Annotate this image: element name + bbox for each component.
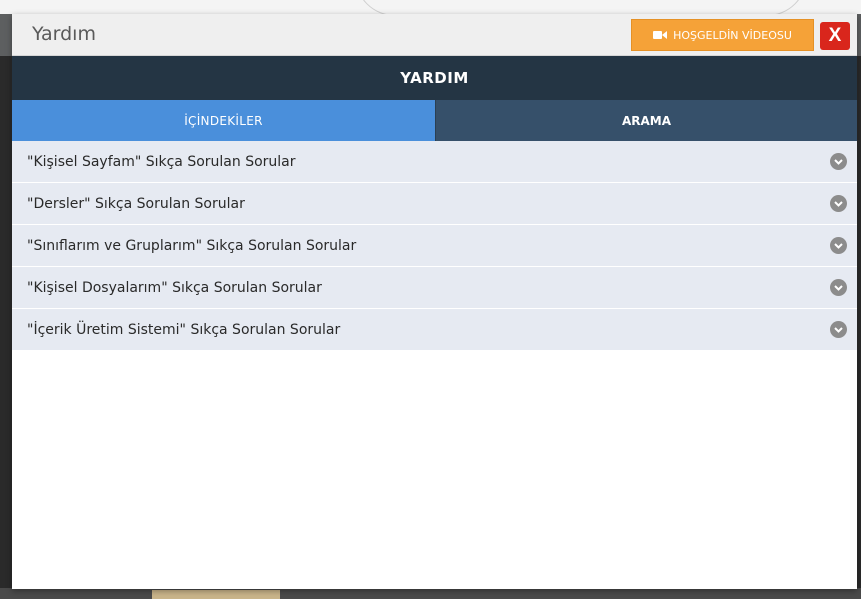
background-page-bottom [0,588,861,599]
faq-item-courses[interactable]: "Dersler" Sıkça Sorulan Sorular [12,183,857,225]
faq-list: "Kişisel Sayfam" Sıkça Sorulan Sorular "… [12,141,857,351]
faq-item-content-production[interactable]: "İçerik Üretim Sistemi" Sıkça Sorulan So… [12,309,857,351]
help-modal: Yardım HOŞGELDİN VİDEOSU X YARDIM İÇİNDE… [12,14,857,589]
faq-item-personal-files[interactable]: "Kişisel Dosyalarım" Sıkça Sorulan Sorul… [12,267,857,309]
faq-item-personal-page[interactable]: "Kişisel Sayfam" Sıkça Sorulan Sorular [12,141,857,183]
help-title: YARDIM [400,69,469,87]
modal-header: Yardım HOŞGELDİN VİDEOSU X [12,14,857,56]
help-title-bar: YARDIM [12,56,857,100]
close-button[interactable]: X [820,22,850,50]
faq-item-label: "Dersler" Sıkça Sorulan Sorular [27,195,245,212]
faq-item-classes-groups[interactable]: "Sınıflarım ve Gruplarım" Sıkça Sorulan … [12,225,857,267]
help-tabs: İÇİNDEKİLER ARAMA [12,100,857,141]
modal-title: Yardım [32,23,96,45]
faq-item-label: "Kişisel Dosyalarım" Sıkça Sorulan Sorul… [27,279,322,296]
faq-item-label: "Kişisel Sayfam" Sıkça Sorulan Sorular [27,153,296,170]
tab-contents-label: İÇİNDEKİLER [184,113,263,128]
faq-item-label: "İçerik Üretim Sistemi" Sıkça Sorulan So… [27,321,341,338]
welcome-video-label: HOŞGELDİN VİDEOSU [673,28,792,42]
tab-contents[interactable]: İÇİNDEKİLER [12,100,435,141]
welcome-video-button[interactable]: HOŞGELDİN VİDEOSU [631,19,814,51]
video-camera-icon [653,30,668,40]
chevron-down-icon[interactable] [830,279,847,296]
tab-search[interactable]: ARAMA [435,100,857,141]
chevron-down-icon[interactable] [830,237,847,254]
background-thumbnail [152,590,280,599]
chevron-down-icon[interactable] [830,321,847,338]
chevron-down-icon[interactable] [830,195,847,212]
background-page-right [857,56,861,596]
background-page-left [0,56,12,596]
chevron-down-icon[interactable] [830,153,847,170]
faq-item-label: "Sınıflarım ve Gruplarım" Sıkça Sorulan … [27,237,357,254]
tab-search-label: ARAMA [621,113,672,128]
